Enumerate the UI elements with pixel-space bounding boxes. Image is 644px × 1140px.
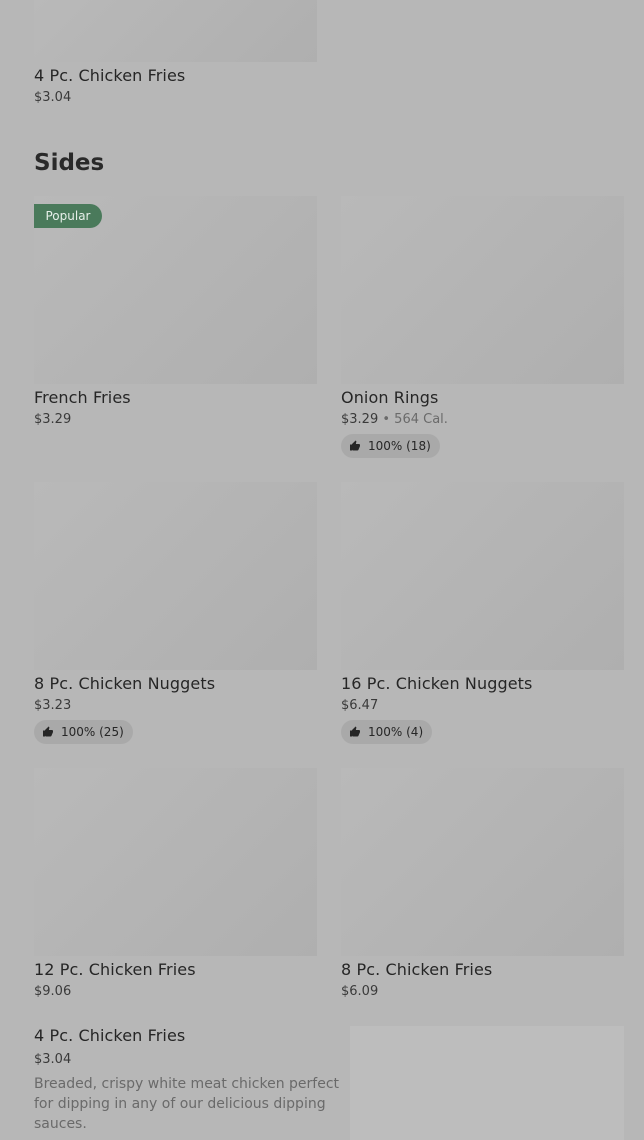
item-image-16pc-nuggets[interactable]: [341, 482, 624, 670]
item-price-8pc-nuggets: $3.23: [34, 698, 72, 713]
item-image-top[interactable]: [34, 0, 317, 62]
item-image-12pc-fries[interactable]: [34, 768, 317, 956]
item-title-8pc-nuggets[interactable]: 8 Pc. Chicken Nuggets: [34, 674, 215, 693]
item-title-french-fries[interactable]: French Fries: [34, 388, 131, 407]
item-price-8pc-fries: $6.09: [341, 984, 379, 999]
thumbs-up-icon: [43, 726, 53, 737]
item-title-bottom[interactable]: 4 Pc. Chicken Fries: [34, 1026, 185, 1045]
item-image-bottom[interactable]: [350, 1026, 624, 1140]
price-value: $3.29: [341, 412, 379, 427]
item-price-12pc-fries: $9.06: [34, 984, 72, 999]
thumbs-up-icon: [350, 726, 360, 737]
item-title-12pc-fries[interactable]: 12 Pc. Chicken Fries: [34, 960, 196, 979]
item-title-16pc-nuggets[interactable]: 16 Pc. Chicken Nuggets: [341, 674, 532, 693]
thumbs-up-icon: [350, 440, 360, 451]
item-price-bottom: $3.04: [34, 1052, 72, 1067]
item-title-onion-rings[interactable]: Onion Rings: [341, 388, 439, 407]
item-title-8pc-fries[interactable]: 8 Pc. Chicken Fries: [341, 960, 492, 979]
rating-text: 100% (4): [368, 725, 424, 739]
item-price-top: $3.04: [34, 90, 72, 105]
item-price-french-fries: $3.29: [34, 412, 72, 427]
item-price-onion-rings: $3.29 • 564 Cal.: [341, 412, 448, 427]
item-image-8pc-nuggets[interactable]: [34, 482, 317, 670]
item-image-onion-rings[interactable]: [341, 196, 624, 384]
rating-badge-onion-rings: 100% (18): [341, 434, 440, 458]
calorie-count: 564 Cal.: [394, 412, 448, 427]
rating-badge-16pc-nuggets: 100% (4): [341, 720, 433, 744]
item-price-16pc-nuggets: $6.47: [341, 698, 379, 713]
popular-badge: Popular: [34, 204, 102, 228]
item-image-8pc-fries[interactable]: [341, 768, 624, 956]
separator-dot: •: [382, 412, 391, 427]
item-description-bottom: Breaded, crispy white meat chicken perfe…: [34, 1076, 340, 1132]
rating-text: 100% (25): [61, 725, 124, 739]
item-title-top[interactable]: 4 Pc. Chicken Fries: [34, 66, 185, 85]
rating-text: 100% (18): [368, 439, 431, 453]
rating-badge-8pc-nuggets: 100% (25): [34, 720, 133, 744]
section-heading: Sides: [34, 150, 105, 176]
